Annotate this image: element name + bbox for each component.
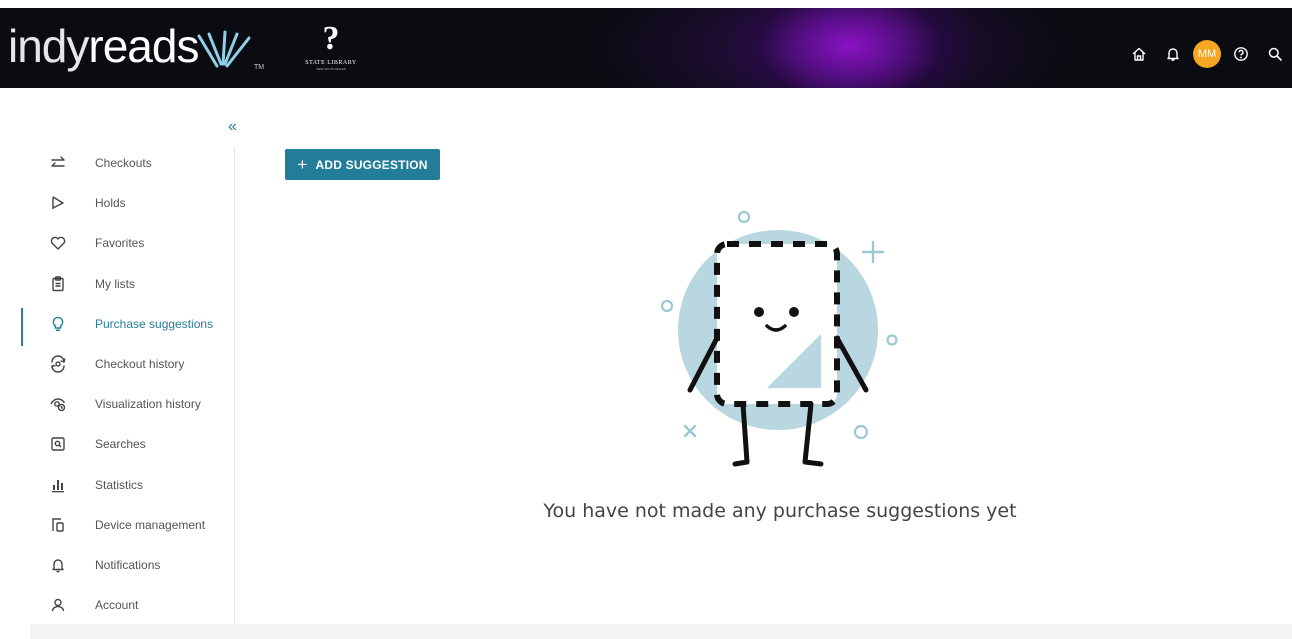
state-library-tagline: NEW SOUTH WALES [316,67,346,71]
sidebar-item-label: Purchase suggestions [95,316,214,331]
sidebar-item-device-management[interactable]: Device management [0,505,234,545]
swap-arrows-icon [48,153,68,173]
lightbulb-icon [48,314,68,334]
top-header: indyreads TM ? STATE LIBRARY NEW SOUTH W… [0,8,1292,88]
home-icon [1132,47,1146,61]
bell-icon [1167,48,1179,61]
sidebar-item-statistics[interactable]: Statistics [0,465,234,505]
sidebar-item-notifications[interactable]: Notifications [0,545,234,585]
sidebar-item-checkout-history[interactable]: Checkout history [0,344,234,384]
add-suggestion-button[interactable]: + ADD SUGGESTION [285,149,440,180]
bell-icon [48,555,68,575]
collapse-sidebar-button[interactable]: « [228,118,237,136]
user-icon [48,595,68,615]
sidebar-item-visualization-history[interactable]: Visualization history [0,384,234,424]
bar-chart-icon [48,475,68,495]
sidebar-item-purchase-suggestions[interactable]: Purchase suggestions [0,304,234,346]
devices-icon [48,515,68,535]
logo-trademark: TM [254,64,265,71]
search-button[interactable] [1258,37,1292,71]
state-library-logo[interactable]: ? STATE LIBRARY NEW SOUTH WALES [296,22,366,80]
clipboard-icon [48,274,68,294]
sidebar-item-label: Visualization history [95,397,201,412]
state-library-name: STATE LIBRARY [305,60,357,66]
sidebar-item-label: Statistics [95,477,144,492]
notifications-button[interactable] [1156,37,1190,71]
user-avatar[interactable]: MM [1193,40,1221,68]
sidebar-item-label: Device management [95,517,206,532]
empty-state-illustration [660,210,898,467]
sidebar-item-checkouts[interactable]: Checkouts [0,143,234,183]
sidebar-item-label: Favorites [95,236,145,251]
history-icon [48,354,68,374]
home-button[interactable] [1122,37,1156,71]
logo-text-indy: indy [8,20,89,72]
sidebar-divider [234,146,235,624]
footer-strip [30,624,1292,639]
search-icon [1268,47,1282,61]
saved-search-icon [48,434,68,454]
top-navigation: MM [1122,36,1292,72]
sidebar-item-label: Holds [95,196,126,211]
sidebar-item-label: Checkout history [95,357,185,372]
sidebar-item-label: Account [95,598,139,613]
empty-state-message: You have not made any purchase suggestio… [543,500,1017,522]
heart-icon [48,233,68,253]
flag-icon [48,193,68,213]
sidebar-item-holds[interactable]: Holds [0,183,234,223]
help-icon [1234,47,1248,61]
sidebar-item-favorites[interactable]: Favorites [0,223,234,263]
sidebar-item-label: Searches [95,437,146,452]
indyreads-logo[interactable]: indyreads [8,18,199,74]
sidebar-item-label: Checkouts [95,156,152,171]
logo-fan-mark-icon [197,30,251,68]
sidebar-item-label: My lists [95,276,135,291]
sidebar-item-account[interactable]: Account [0,585,234,625]
sidebar-item-my-lists[interactable]: My lists [0,264,234,304]
logo-text-reads: reads [88,20,199,72]
plus-icon: + [297,155,308,174]
state-library-symbol: ? [322,20,340,57]
account-sidebar: Checkouts Holds Favorites My lists Purch… [0,143,234,625]
eye-history-icon [48,394,68,414]
sidebar-item-searches[interactable]: Searches [0,424,234,464]
add-suggestion-label: ADD SUGGESTION [315,157,428,172]
sidebar-item-label: Notifications [95,557,161,572]
help-button[interactable] [1224,37,1258,71]
